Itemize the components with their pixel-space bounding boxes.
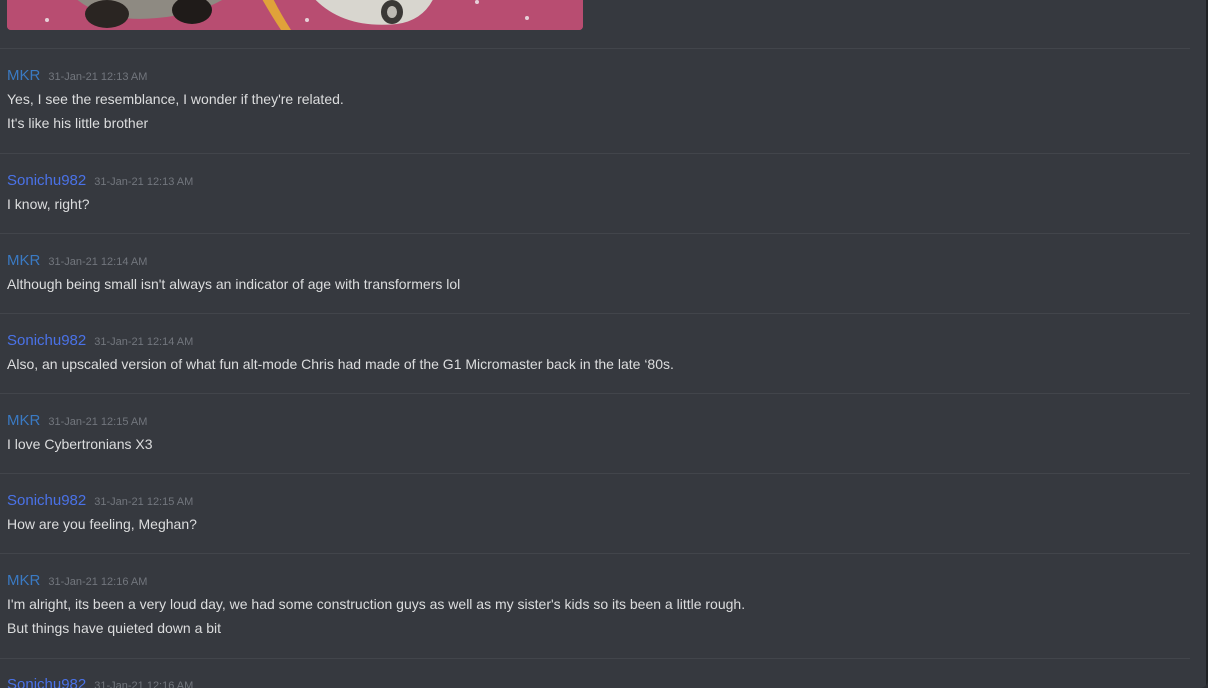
chat-window: MKR 31-Jan-21 12:13 AM Yes, I see the re… — [0, 0, 1208, 688]
message-timestamp: 31-Jan-21 12:16 AM — [94, 680, 194, 688]
message-item: Sonichu982 31-Jan-21 12:13 AM I know, ri… — [7, 170, 1187, 216]
message-divider — [0, 48, 1190, 49]
message-divider — [0, 313, 1190, 314]
message-divider — [0, 658, 1190, 659]
author-name[interactable]: MKR — [7, 410, 40, 432]
message-timestamp: 31-Jan-21 12:14 AM — [94, 336, 194, 348]
message-header: Sonichu982 31-Jan-21 12:16 AM — [7, 674, 1187, 688]
author-name[interactable]: Sonichu982 — [7, 170, 86, 192]
message-timestamp: 31-Jan-21 12:13 AM — [48, 71, 148, 83]
message-item: MKR 31-Jan-21 12:16 AM I'm alright, its … — [7, 570, 1187, 640]
message-timestamp: 31-Jan-21 12:16 AM — [48, 576, 148, 588]
message-item: MKR 31-Jan-21 12:14 AM Although being sm… — [7, 250, 1187, 296]
message-header: Sonichu982 31-Jan-21 12:14 AM — [7, 330, 1187, 352]
message-header: Sonichu982 31-Jan-21 12:15 AM — [7, 490, 1187, 512]
attachment-photo — [7, 0, 583, 30]
message-item: MKR 31-Jan-21 12:13 AM Yes, I see the re… — [7, 65, 1187, 135]
message-text: It's like his little brother — [7, 115, 149, 131]
author-name[interactable]: Sonichu982 — [7, 674, 86, 688]
message-divider — [0, 553, 1190, 554]
message-header: MKR 31-Jan-21 12:15 AM — [7, 410, 1187, 432]
message-item: Sonichu982 31-Jan-21 12:14 AM Also, an u… — [7, 330, 1187, 376]
message-divider — [0, 393, 1190, 394]
message-text: Although being small isn't always an ind… — [7, 276, 461, 292]
message-text: I'm alright, its been a very loud day, w… — [7, 596, 746, 612]
message-text: But things have quieted down a bit — [7, 620, 222, 636]
message-timestamp: 31-Jan-21 12:13 AM — [94, 176, 194, 188]
author-name[interactable]: MKR — [7, 65, 40, 87]
message-divider — [0, 473, 1190, 474]
message-item: Sonichu982 31-Jan-21 12:16 AM — [7, 674, 1187, 688]
message-text: Also, an upscaled version of what fun al… — [7, 356, 674, 372]
message-header: Sonichu982 31-Jan-21 12:13 AM — [7, 170, 1187, 192]
message-timestamp: 31-Jan-21 12:14 AM — [48, 256, 148, 268]
author-name[interactable]: Sonichu982 — [7, 490, 86, 512]
message-timestamp: 31-Jan-21 12:15 AM — [94, 496, 194, 508]
image-attachment[interactable] — [7, 0, 583, 30]
message-header: MKR 31-Jan-21 12:16 AM — [7, 570, 1187, 592]
message-item: MKR 31-Jan-21 12:15 AM I love Cybertroni… — [7, 410, 1187, 456]
message-divider — [0, 153, 1190, 154]
message-header: MKR 31-Jan-21 12:13 AM — [7, 65, 1187, 87]
author-name[interactable]: MKR — [7, 250, 40, 272]
message-header: MKR 31-Jan-21 12:14 AM — [7, 250, 1187, 272]
message-text: I know, right? — [7, 196, 90, 212]
message-text: I love Cybertronians X3 — [7, 436, 153, 452]
author-name[interactable]: MKR — [7, 570, 40, 592]
message-text: Yes, I see the resemblance, I wonder if … — [7, 91, 344, 107]
message-divider — [0, 233, 1190, 234]
message-timestamp: 31-Jan-21 12:15 AM — [48, 416, 148, 428]
author-name[interactable]: Sonichu982 — [7, 330, 86, 352]
message-text: How are you feeling, Meghan? — [7, 516, 197, 532]
message-item: Sonichu982 31-Jan-21 12:15 AM How are yo… — [7, 490, 1187, 536]
